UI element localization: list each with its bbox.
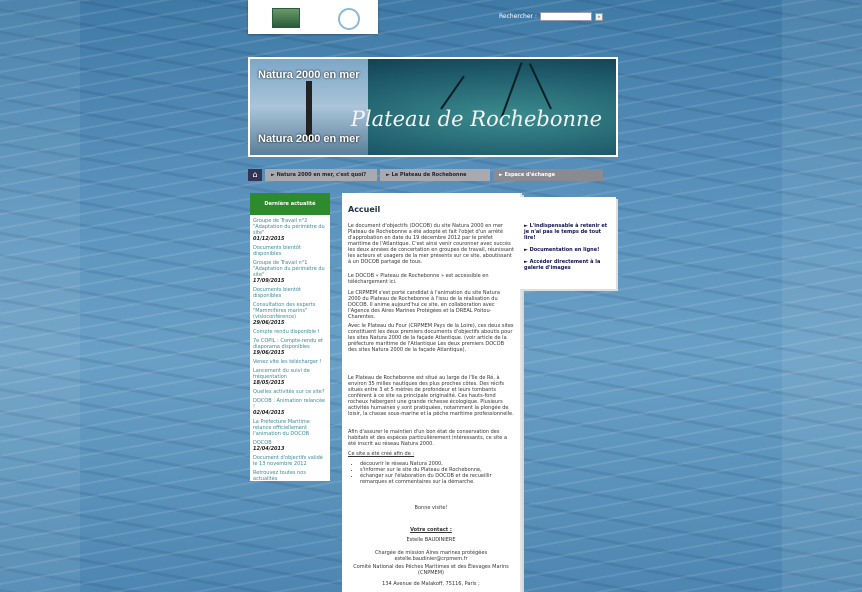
paragraph: Ce site a été créé afin de : [348, 451, 415, 457]
news-item[interactable]: Lancement du suivi de fréquentation 18/05… [253, 368, 327, 386]
natura-logo[interactable] [338, 8, 360, 30]
main-nav: ⌂ ► Natura 2000 en mer, c'est quoi? ► Le… [248, 169, 603, 181]
news-link[interactable]: Groupe de Travail n°2 "Adaptation du pér… [253, 218, 327, 236]
news-sidebar: Dernière actualité Groupe de Travail n°2… [250, 193, 330, 482]
news-item[interactable]: DOCOB : Animation relancée ! 02/04/2015 [253, 398, 327, 416]
news-date: 18/05/2015 [253, 380, 285, 386]
paragraph: Le Plateau de Rochebonne est situé au la… [348, 375, 514, 417]
news-item[interactable]: Groupe de Travail n°2 "Adaptation du pér… [253, 218, 327, 242]
goal-list: découvrir le réseau Natura 2000, s'infor… [348, 461, 514, 485]
news-item[interactable]: Quelles activités sur ce site? [253, 389, 327, 395]
news-link[interactable]: 7e COPIL : Compte-rendu et diaporama dis… [253, 338, 327, 350]
news-date: 17/09/2015 [253, 278, 285, 284]
news-item[interactable]: La Préfecture Maritime relance officiell… [253, 419, 327, 437]
banner-top-text: Natura 2000 en mer [258, 69, 360, 81]
news-date: 19/06/2015 [253, 350, 285, 356]
news-link[interactable]: Consultation des experts "Mammifères mar… [253, 302, 327, 320]
tower-icon [306, 81, 312, 141]
paragraph: Le document d'objectifs (DOCOB) du site … [348, 223, 514, 265]
news-title: Dernière actualité [250, 193, 330, 215]
news-link[interactable]: Documents bientôt disponibles [253, 287, 327, 299]
header-banner: Natura 2000 en mer Natura 2000 en mer Pl… [248, 57, 618, 157]
reed-decoration [440, 75, 465, 110]
link-documentation[interactable]: ► Documentation en ligne! [524, 247, 610, 253]
contact-title: Votre contact : [410, 527, 452, 533]
news-date: 02/04/2015 [253, 410, 285, 416]
search-label: Rechercher : [499, 13, 537, 20]
reed-decoration [528, 63, 552, 110]
banner-bottom-text: Natura 2000 en mer [258, 133, 360, 145]
news-item[interactable]: Documents bientôt disponibles [253, 287, 327, 299]
page-title: Accueil [348, 205, 381, 214]
news-link[interactable]: Groupe de Travail n°1 "Adaptation du pér… [253, 260, 327, 278]
main-content: Accueil Le document d'objectifs (DOCOB) … [342, 193, 520, 592]
paragraph: Afin d'assurer le maintien d'un bon état… [348, 429, 508, 447]
banner-title: Plateau de Rochebonne [350, 107, 602, 131]
news-item[interactable]: Retrouvez toutes nos actualités [253, 470, 327, 482]
paragraph: Le DOCOB « Plateau de Rochebonne » est a… [348, 273, 489, 285]
news-item[interactable]: 7e COPIL : Compte-rendu et diaporama dis… [253, 338, 327, 356]
news-link[interactable]: Document d'objectifs validé le 13 novemb… [253, 455, 327, 467]
news-item[interactable]: Documents bientôt disponibles [253, 245, 327, 257]
news-link[interactable]: Quelles activités sur ce site? [253, 389, 327, 395]
search-button[interactable]: » [594, 12, 603, 21]
news-date: 01/12/2015 [253, 236, 285, 242]
list-item: échanger sur l'élaboration du DOCOB et d… [360, 473, 514, 485]
logo-bar [248, 0, 378, 34]
contact-org: Comité National des Pêches Maritimes et … [353, 564, 509, 576]
news-item[interactable]: Groupe de Travail n°1 "Adaptation du pér… [253, 260, 327, 284]
news-link[interactable]: La Préfecture Maritime relance officiell… [253, 419, 327, 437]
news-link[interactable]: DOCOB : Animation relancée ! [253, 398, 327, 410]
news-item[interactable]: Venez vite les télécharger ! [253, 359, 327, 365]
news-item[interactable]: DOCOB 12/04/2013 [253, 440, 327, 452]
news-link[interactable]: Compte rendu disponible ! [253, 329, 327, 335]
contact-name: Estelle BAUDINIERE [406, 537, 456, 543]
agency-logo[interactable] [272, 8, 300, 28]
contact-role: Chargée de mission Aires marines protégé… [374, 550, 488, 562]
news-link[interactable]: Retrouvez toutes nos actualités [253, 470, 327, 482]
signature: Bonne visite! [414, 505, 448, 511]
side-panel-left [0, 0, 80, 592]
news-link[interactable]: Documents bientôt disponibles [253, 245, 327, 257]
news-link[interactable]: Lancement du suivi de fréquentation [253, 368, 327, 380]
quick-links: ► L'indispensable à retenir et je n'ai p… [520, 197, 616, 289]
side-panel-right [782, 0, 862, 592]
news-link[interactable]: Venez vite les télécharger ! [253, 359, 327, 365]
contact-address: 134 Avenue de Malakoff, 75116, Paris ; [382, 581, 480, 587]
paragraph: Le CRPMEM s'est porté candidat à l'anima… [348, 290, 500, 320]
news-date: 12/04/2013 [253, 446, 285, 452]
nav-plateau[interactable]: ► Le Plateau de Rochebonne [380, 169, 490, 181]
search-input[interactable] [539, 12, 592, 21]
nav-echange[interactable]: ► Espace d'échange [493, 169, 603, 181]
news-item[interactable]: Compte rendu disponible ! [253, 329, 327, 335]
home-icon[interactable]: ⌂ [248, 169, 262, 181]
news-item[interactable]: Consultation des experts "Mammifères mar… [253, 302, 327, 326]
link-essentials[interactable]: ► L'indispensable à retenir et je n'ai p… [524, 223, 610, 241]
paragraph: Avec le Plateau du Four (CRPMEM Pays de … [348, 323, 514, 353]
search-bar: Rechercher : » [499, 12, 603, 21]
news-item[interactable]: Document d'objectifs validé le 13 novemb… [253, 455, 327, 467]
nav-natura[interactable]: ► Natura 2000 en mer, c'est quoi? [265, 169, 377, 181]
news-date: 29/06/2015 [253, 320, 285, 326]
link-gallery[interactable]: ► Accéder directement à la galerie d'ima… [524, 259, 610, 271]
